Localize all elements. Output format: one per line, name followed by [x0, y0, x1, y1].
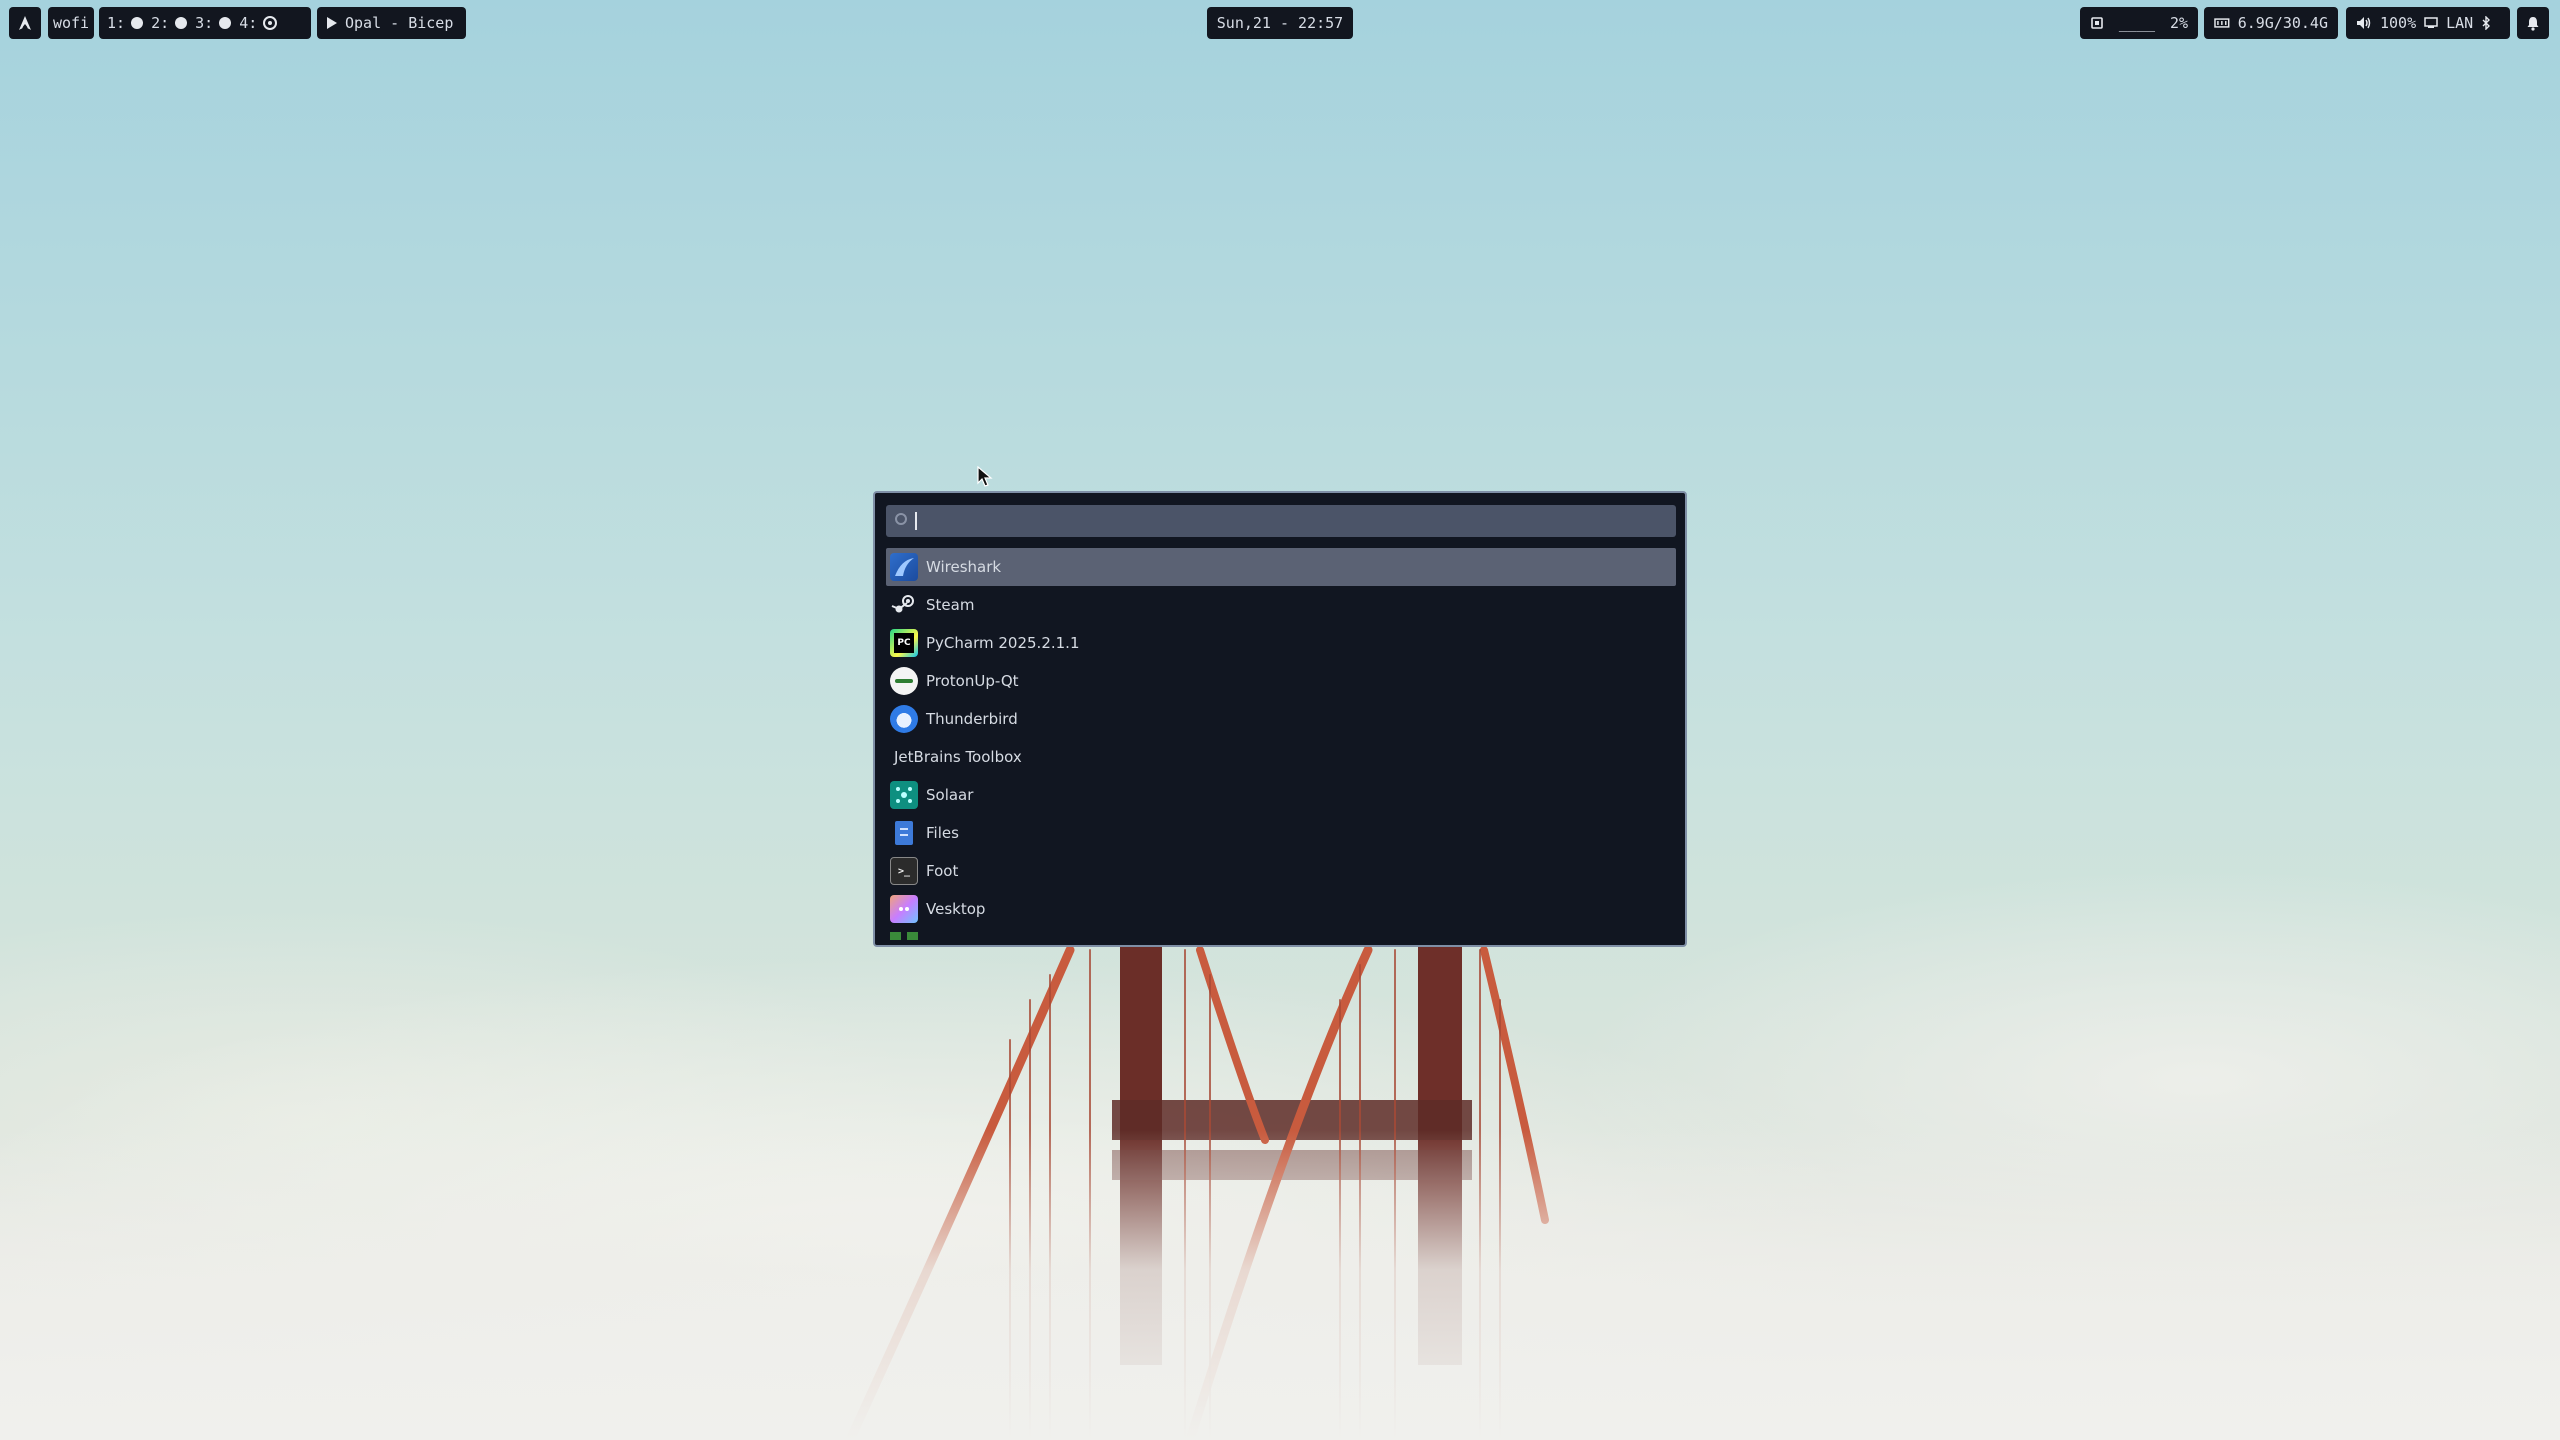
workspace-dot-icon	[131, 17, 144, 29]
mouse-cursor-icon	[977, 466, 993, 487]
cpu-graph: ____	[2118, 14, 2156, 32]
list-item-protonup[interactable]: ProtonUp-Qt	[886, 662, 1676, 700]
workspace-label: 2:	[151, 14, 170, 32]
workspaces: 1: 2: 3: 4:	[99, 7, 311, 39]
app-list: Wireshark Steam PC PyCharm 2025.2.1.1 Pr…	[886, 548, 1676, 945]
workspace-label: 3:	[195, 14, 214, 32]
volume-icon	[2357, 17, 2371, 29]
volume-level: 100%	[2380, 14, 2417, 32]
pycharm-icon: PC	[890, 629, 918, 657]
item-label: Files	[926, 824, 959, 842]
app-launcher: Wireshark Steam PC PyCharm 2025.2.1.1 Pr…	[873, 491, 1687, 947]
clock[interactable]: Sun,21 - 22:57	[1207, 7, 1353, 39]
list-item-foot[interactable]: >_ Foot	[886, 852, 1676, 890]
pycharm-icon-text: PC	[894, 633, 914, 653]
workspace-3[interactable]: 3:	[195, 14, 232, 32]
media-player[interactable]: Opal - Bicep	[317, 7, 466, 39]
search-icon	[895, 513, 907, 525]
workspace-label: 4:	[239, 14, 258, 32]
list-item-jetbrains-toolbox[interactable]: JetBrains Toolbox	[886, 738, 1676, 776]
thunderbird-icon	[890, 705, 918, 733]
workspace-1[interactable]: 1:	[107, 14, 144, 32]
workspace-active-icon	[263, 16, 278, 30]
item-label: Steam	[926, 596, 975, 614]
workspace-2[interactable]: 2:	[151, 14, 188, 32]
item-label: ProtonUp-Qt	[926, 672, 1019, 690]
cpu-module[interactable]: ____ 2%	[2080, 7, 2198, 39]
media-title: Opal - Bicep	[345, 14, 454, 32]
list-item-files[interactable]: Files	[886, 814, 1676, 852]
item-label: Wireshark	[926, 558, 1002, 576]
bell-icon	[2527, 16, 2539, 31]
item-label: Thunderbird	[926, 710, 1018, 728]
wireshark-icon	[890, 553, 918, 581]
status-module[interactable]: 100% LAN	[2346, 7, 2510, 39]
memory-icon	[2214, 18, 2230, 28]
list-item-vesktop[interactable]: Vesktop	[886, 890, 1676, 928]
search-input[interactable]	[912, 509, 1666, 535]
memory-module[interactable]: 6.9G/30.4G	[2204, 7, 2338, 39]
list-item-pycharm[interactable]: PC PyCharm 2025.2.1.1	[886, 624, 1676, 662]
list-item-solaar[interactable]: Solaar	[886, 776, 1676, 814]
notifications-button[interactable]	[2517, 7, 2549, 39]
play-icon	[327, 17, 337, 29]
arch-menu-button[interactable]	[9, 7, 41, 39]
item-label: Foot	[926, 862, 959, 880]
arch-logo-icon	[19, 16, 31, 30]
list-item-partial[interactable]	[886, 928, 1676, 945]
workspace-dot-icon	[175, 17, 188, 29]
ethernet-icon	[2424, 17, 2438, 28]
terminal-icon-text: >_	[897, 865, 911, 877]
item-label: Solaar	[926, 786, 974, 804]
bluetooth-icon	[2482, 16, 2491, 30]
terminal-icon: >_	[890, 857, 918, 885]
protonup-icon	[890, 667, 918, 695]
partial-item-icon	[890, 932, 918, 940]
workspace-4[interactable]: 4:	[239, 14, 278, 32]
item-label: PyCharm 2025.2.1.1	[926, 634, 1080, 652]
memory-usage: 6.9G/30.4G	[2237, 14, 2328, 32]
network-label: LAN	[2446, 14, 2474, 32]
workspace-dot-icon	[219, 17, 232, 29]
workspace-label: 1:	[107, 14, 126, 32]
search-box[interactable]	[886, 505, 1676, 537]
list-item-thunderbird[interactable]: Thunderbird	[886, 700, 1676, 738]
vesktop-icon	[890, 895, 918, 923]
cpu-icon	[2091, 17, 2103, 29]
wallpaper-fog	[0, 1130, 2560, 1440]
item-label: JetBrains Toolbox	[894, 748, 1022, 766]
list-item-steam[interactable]: Steam	[886, 586, 1676, 624]
text-caret	[915, 512, 917, 530]
item-label: Vesktop	[926, 900, 986, 918]
cpu-percent: 2%	[2169, 14, 2188, 32]
solaar-icon	[890, 781, 918, 809]
steam-icon	[890, 591, 918, 619]
launcher-indicator[interactable]: wofi	[48, 7, 94, 39]
files-icon	[890, 819, 918, 847]
list-item-wireshark[interactable]: Wireshark	[886, 548, 1676, 586]
